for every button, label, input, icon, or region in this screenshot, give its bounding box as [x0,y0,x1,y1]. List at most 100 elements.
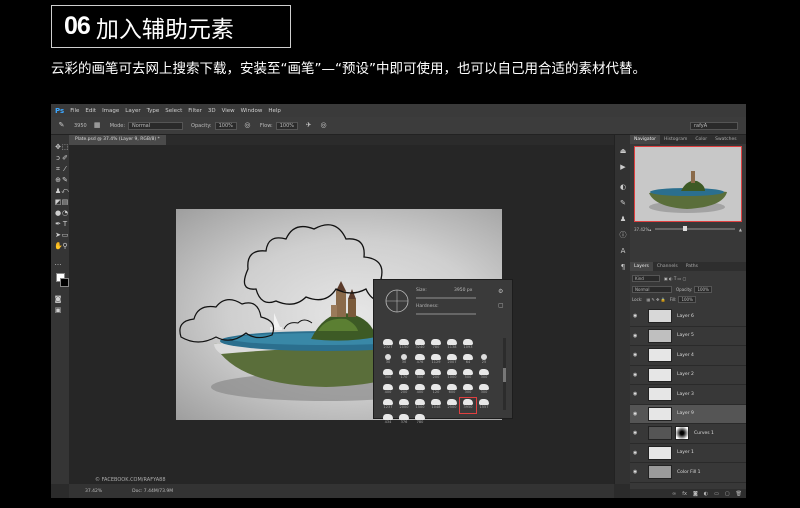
character-icon[interactable]: A [619,247,627,255]
blend-mode-select[interactable]: Normal [632,286,672,293]
gradient-tool-icon[interactable]: ▤ [61,198,69,206]
brush-preset[interactable]: 1500 [412,398,428,413]
workspace-select[interactable]: rafyA [690,121,738,130]
brush-preset[interactable]: 500 [460,368,476,383]
brush-tool-icon[interactable]: ✎ [57,121,66,130]
layer-row[interactable]: ◉ Color Fill 1 [630,463,746,483]
menu-file[interactable]: File [70,108,79,114]
actions-icon[interactable]: ▶ [619,163,627,171]
quick-select-tool-icon[interactable]: ✐ [61,154,69,162]
link-layers-icon[interactable]: ∞ [672,491,676,497]
zoom-slider[interactable] [655,226,735,231]
brush-preset-picker[interactable]: Size: 3950 px Hardness: ⚙ ▢ 2327 1150 3240… [373,279,513,424]
panel-settings-icon[interactable]: ⚙ [498,288,503,295]
brush-preset[interactable]: 200 [396,383,412,398]
menu-image[interactable]: Image [102,108,119,114]
visibility-eye-icon[interactable]: ◉ [633,469,642,475]
menu-view[interactable]: View [222,108,235,114]
tab-histogram[interactable]: Histogram [660,137,691,142]
visibility-eye-icon[interactable]: ◉ [633,313,642,319]
scrollbar-thumb[interactable] [503,368,506,382]
navigator-zoom-value[interactable]: 37.42% [634,227,649,232]
brush-preset[interactable]: 1048 [428,398,444,413]
quick-mask-icon[interactable]: ◙ [54,295,62,303]
flow-field[interactable]: 100% [275,121,299,130]
brush-preset[interactable]: 300 [380,368,396,383]
menu-help[interactable]: Help [268,108,281,114]
visibility-eye-icon[interactable]: ◉ [633,430,642,436]
brush-preset[interactable]: 400 [412,383,428,398]
zoom-in-icon[interactable]: ▲ [739,227,742,232]
brush-preset[interactable]: 64 [460,353,476,368]
brush-size-preset[interactable]: 3950 [74,123,87,129]
brush-size-slider[interactable] [416,297,476,299]
brush-preset[interactable]: 1093 [460,338,476,353]
screen-mode-icon[interactable]: ▣ [54,306,62,314]
add-mask-icon[interactable]: ◙ [693,491,698,497]
tab-navigator[interactable]: Navigator [630,135,661,144]
brush-preset[interactable]: 300 [476,383,492,398]
menu-layer[interactable]: Layer [125,108,140,114]
brush-preset-selected[interactable]: 3950 [459,397,477,414]
eyedropper-tool-icon[interactable]: ⁄ [61,165,69,173]
adjustment-layer-icon[interactable]: ◐ [704,491,708,497]
layer-mask-thumbnail[interactable] [675,426,689,441]
menu-type[interactable]: Type [147,108,160,114]
brush-angle-preview[interactable] [382,286,412,316]
brush-preset[interactable]: 500 [412,368,428,383]
brush-preset[interactable]: 170 [396,368,412,383]
zoom-out-icon[interactable]: ▴ [649,227,651,232]
visibility-eye-icon[interactable]: ◉ [633,352,642,358]
new-preset-icon[interactable]: ▢ [498,302,504,309]
brush-preset[interactable]: 780 [428,338,444,353]
tab-layers[interactable]: Layers [630,262,653,271]
layer-row[interactable]: ◉ Layer 4 [630,346,746,366]
menu-window[interactable]: Window [241,108,263,114]
delete-layer-icon[interactable]: 🗑 [736,491,742,497]
brush-preset[interactable]: 2000 [396,398,412,413]
airbrush-icon[interactable]: ✈ [304,121,313,130]
lock-icons[interactable]: ▦ ✎ ✥ 🔒 [646,297,665,302]
new-layer-icon[interactable]: ▢ [725,491,730,497]
adjust-icon[interactable]: ◐ [619,183,627,191]
brush-preset[interactable]: 30 [396,353,412,368]
brush-size-value[interactable]: 3950 px [454,288,472,293]
brush-preset[interactable]: 2327 [380,338,396,353]
info-icon[interactable]: ⓘ [619,231,627,239]
mode-select[interactable]: Normal [128,121,184,130]
tab-paths[interactable]: Paths [682,264,702,269]
dodge-tool-icon[interactable]: ◔ [61,209,69,217]
brush-preset[interactable]: 30 [380,353,396,368]
brush-preset[interactable]: 1150 [396,338,412,353]
brush-hardness-slider[interactable] [416,313,476,315]
tab-swatches[interactable]: Swatches [711,137,741,142]
status-zoom[interactable]: 37.42% [85,489,102,494]
layer-row[interactable]: ◉ Layer 5 [630,327,746,346]
brush-preset[interactable]: 476 [412,353,428,368]
menu-edit[interactable]: Edit [85,108,96,114]
document-tab[interactable]: Plate.psd @ 37.4% (Layer 9, RGB/8) * [69,135,166,145]
background-color-swatch[interactable] [60,278,69,287]
opacity-field[interactable]: 100% [214,121,237,130]
visibility-eye-icon[interactable]: ◉ [633,372,642,378]
layer-row[interactable]: ◉ Curves 1 [630,424,746,444]
layer-row[interactable]: ◉ Layer 3 [630,385,746,405]
layer-row[interactable]: ◉ Layer 2 [630,366,746,385]
brush-preset[interactable]: 434 [380,413,396,428]
tab-color[interactable]: Color [691,137,711,142]
brush-preset[interactable]: 200 [428,368,444,383]
brush-preset[interactable]: 1000 [444,368,460,383]
misc-tool-icon[interactable]: … [54,259,62,267]
brush-preset[interactable]: 376 [396,413,412,428]
brush-preset[interactable]: 120 [428,383,444,398]
visibility-eye-icon[interactable]: ◉ [633,391,642,397]
layer-fill-field[interactable]: 100% [678,296,696,303]
brush-preset[interactable]: 400 [380,383,396,398]
navigator-preview[interactable] [634,146,742,222]
menu-3d[interactable]: 3D [208,108,216,114]
layer-row[interactable]: ◉ Layer 6 [630,307,746,327]
clone-source-icon[interactable]: ♟ [619,215,627,223]
zoom-tool-icon[interactable]: ⚲ [61,242,69,250]
history-brush-icon[interactable]: ⤺ [61,187,69,195]
zoom-slider-thumb[interactable] [683,226,688,231]
